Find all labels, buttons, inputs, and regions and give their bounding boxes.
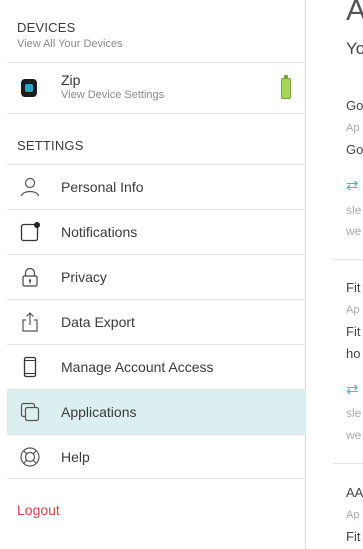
app-title: Fit: [346, 280, 361, 295]
lock-icon: [22, 267, 38, 287]
settings-title: SETTINGS: [17, 138, 84, 153]
menu-item-notifications[interactable]: Notifications: [7, 209, 306, 254]
menu-label: Applications: [61, 404, 137, 420]
divider: [333, 259, 363, 260]
menu-label: Privacy: [61, 269, 107, 285]
app-meta: Ap: [346, 304, 360, 316]
devices-title: DEVICES: [17, 20, 76, 35]
devices-header: DEVICES View All Your Devices: [17, 20, 123, 50]
menu-label: Manage Account Access: [61, 359, 214, 375]
settings-sidebar: DEVICES View All Your Devices Zip View D…: [7, 0, 306, 549]
logout-link[interactable]: Logout: [17, 502, 60, 518]
devices-subtitle: View All Your Devices: [17, 38, 123, 50]
menu-label: Personal Info: [61, 179, 144, 195]
app-description: Fit: [346, 324, 361, 339]
export-icon: [22, 312, 38, 332]
app-description: ho: [346, 346, 361, 361]
page-subtitle: Yo: [346, 39, 363, 58]
menu-label: Data Export: [61, 314, 135, 330]
app-meta: Ap: [346, 509, 360, 521]
device-name: Zip: [61, 72, 81, 88]
device-item-zip[interactable]: Zip View Device Settings: [7, 63, 306, 113]
app-permission: sle: [346, 406, 362, 420]
menu-item-privacy[interactable]: Privacy: [7, 254, 306, 299]
sync-arrows-icon: ⇄: [346, 381, 359, 398]
notification-icon: [20, 222, 40, 242]
applications-content: A Yo Go Ap Go ⇄ sle we Fit Ap Fit ho ⇄ s…: [333, 0, 363, 549]
menu-item-applications[interactable]: Applications: [7, 389, 306, 434]
menu-item-help[interactable]: Help: [7, 434, 306, 479]
person-icon: [20, 177, 40, 197]
app-title: Go: [346, 98, 363, 113]
page-title: A: [346, 0, 363, 27]
app-meta: Ap: [346, 122, 360, 134]
applications-icon: [20, 402, 40, 422]
menu-item-manage-account-access[interactable]: Manage Account Access: [7, 344, 306, 389]
divider: [7, 113, 306, 114]
device-subtitle: View Device Settings: [61, 89, 165, 101]
menu-item-data-export[interactable]: Data Export: [7, 299, 306, 344]
menu-item-personal-info[interactable]: Personal Info: [7, 164, 306, 209]
lifebuoy-icon: [20, 447, 40, 467]
app-permission: sle: [346, 203, 362, 217]
app-description: Fit: [346, 529, 361, 544]
app-title: AA: [346, 485, 363, 500]
phone-icon: [23, 356, 37, 378]
menu-label: Help: [61, 449, 90, 465]
app-permission: we: [346, 224, 362, 238]
menu-label: Notifications: [61, 224, 138, 240]
sync-arrows-icon: ⇄: [346, 177, 359, 194]
tracker-device-icon: [21, 79, 37, 97]
battery-icon: [281, 75, 291, 99]
app-permission: we: [346, 428, 362, 442]
app-description: Go: [346, 142, 363, 157]
divider: [333, 463, 363, 464]
